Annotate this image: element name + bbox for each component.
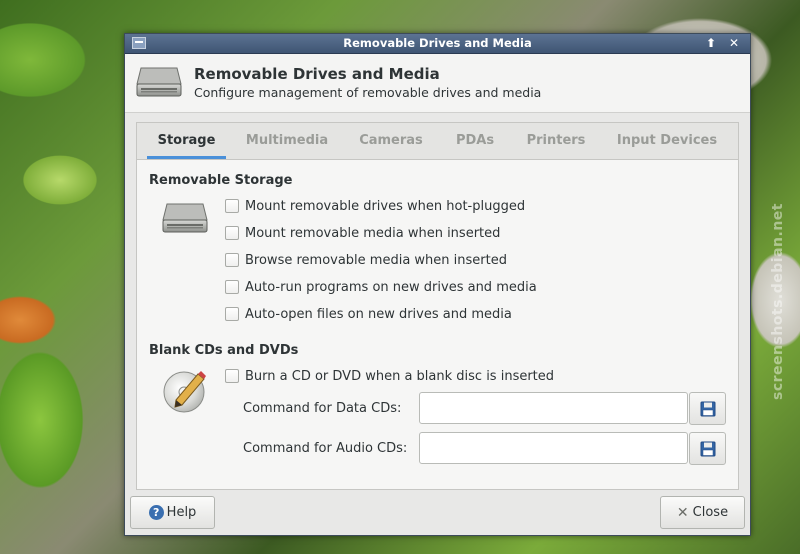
floppy-save-icon: [700, 441, 716, 457]
option-mount-media[interactable]: Mount removable media when inserted: [225, 224, 500, 242]
header-subtitle: Configure management of removable drives…: [194, 85, 542, 100]
option-label: Auto-open files on new drives and media: [245, 306, 512, 322]
tab-pdas[interactable]: PDAs: [445, 123, 505, 158]
tab-bar: Storage Multimedia Cameras PDAs Printers…: [137, 123, 738, 160]
burn-disc-checkbox[interactable]: [225, 369, 239, 383]
dialog-window: Removable Drives and Media ⬆ ✕ Removable…: [124, 33, 751, 536]
option-mount-drives[interactable]: Mount removable drives when hot-plugged: [225, 197, 525, 215]
option-label: Burn a CD or DVD when a blank disc is in…: [245, 368, 555, 384]
audio-cd-label: Command for Audio CDs:: [243, 441, 408, 456]
browse-media-checkbox[interactable]: [225, 253, 239, 267]
audio-cd-browse-button[interactable]: [689, 432, 726, 465]
close-icon: ✕: [676, 504, 689, 521]
tab-multimedia[interactable]: Multimedia: [237, 123, 337, 158]
option-label: Mount removable drives when hot-plugged: [245, 198, 526, 214]
audio-cd-command-input[interactable]: [419, 432, 688, 464]
option-burn-disc[interactable]: Burn a CD or DVD when a blank disc is in…: [225, 367, 554, 385]
option-auto-run[interactable]: Auto-run programs on new drives and medi…: [225, 278, 537, 296]
auto-run-checkbox[interactable]: [225, 280, 239, 294]
mount-media-checkbox[interactable]: [225, 226, 239, 240]
tab-cameras[interactable]: Cameras: [351, 123, 431, 158]
floppy-save-icon: [700, 401, 716, 417]
tab-input-devices[interactable]: Input Devices: [609, 123, 725, 158]
auto-open-checkbox[interactable]: [225, 307, 239, 321]
option-label: Mount removable media when inserted: [245, 225, 501, 241]
dialog-header: Removable Drives and Media Configure man…: [125, 54, 750, 113]
help-button-label: Help: [166, 505, 197, 520]
header-title: Removable Drives and Media: [194, 65, 440, 83]
close-button[interactable]: ✕ Close: [660, 496, 745, 529]
removable-storage-heading: Removable Storage: [149, 173, 293, 188]
tab-printers[interactable]: Printers: [517, 123, 595, 158]
option-browse-media[interactable]: Browse removable media when inserted: [225, 251, 507, 269]
data-cd-browse-button[interactable]: [689, 392, 726, 425]
tab-storage[interactable]: Storage: [147, 123, 226, 159]
option-auto-open[interactable]: Auto-open files on new drives and media: [225, 305, 512, 323]
help-icon: ?: [148, 505, 164, 520]
option-label: Browse removable media when inserted: [245, 252, 507, 268]
title-bar[interactable]: Removable Drives and Media ⬆ ✕: [125, 34, 750, 54]
blank-discs-heading: Blank CDs and DVDs: [149, 343, 299, 358]
data-cd-label: Command for Data CDs:: [243, 401, 402, 416]
settings-notebook: Storage Multimedia Cameras PDAs Printers…: [136, 122, 739, 490]
mount-drives-checkbox[interactable]: [225, 199, 239, 213]
close-button-label: Close: [692, 505, 729, 520]
drive-harddisk-icon: [135, 64, 183, 104]
window-title: Removable Drives and Media: [343, 36, 532, 50]
watermark: screenshots.debian.net: [770, 203, 786, 400]
help-button[interactable]: ? Help: [130, 496, 215, 529]
drive-harddisk-icon: [162, 201, 208, 239]
media-optical-pencil-icon: [162, 368, 208, 418]
maximize-icon[interactable]: ⬆: [702, 36, 720, 51]
data-cd-command-input[interactable]: [419, 392, 688, 424]
option-label: Auto-run programs on new drives and medi…: [245, 279, 537, 295]
window-close-icon[interactable]: ✕: [725, 36, 743, 51]
